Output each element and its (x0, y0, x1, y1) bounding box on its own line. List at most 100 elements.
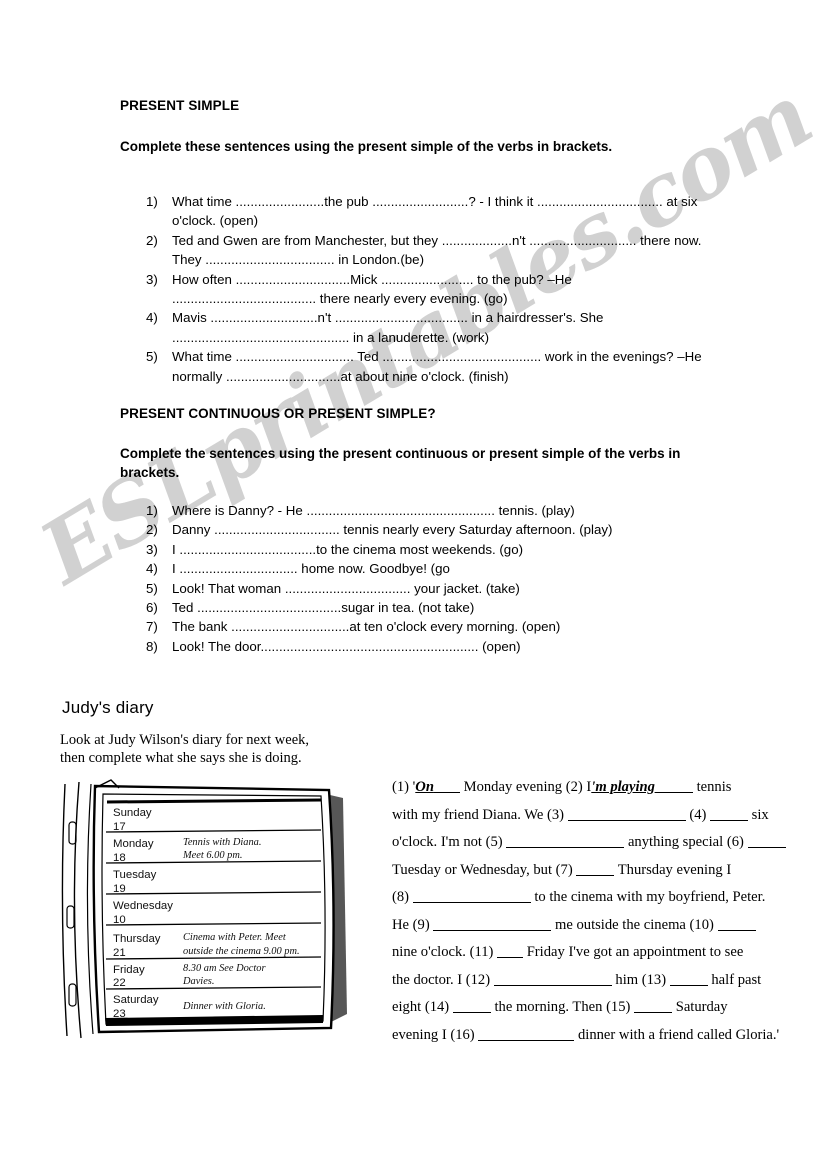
paragraph-line: (1) 'On Monday evening (2) I'm playing t… (392, 774, 796, 802)
item-text: Where is Danny? - He ...................… (172, 503, 575, 518)
list-item: 8) Look! The door.......................… (146, 637, 714, 656)
list-item: 3) I ...................................… (146, 540, 714, 559)
line9-part-c: Saturday (675, 999, 728, 1015)
paragraph-line: (8) to the cinema with my boyfriend, Pet… (392, 884, 796, 912)
item-text: Look! The door..........................… (172, 638, 521, 654)
item-number: 5) (146, 349, 158, 365)
diary-date-label: 17 (113, 821, 126, 833)
section1-title: PRESENT SIMPLE (120, 98, 240, 113)
diary-note-line: Tennis with Diana. (183, 837, 261, 848)
diary-day-label: Sunday (113, 807, 152, 819)
list-item: 1) What time ........................the… (146, 192, 714, 231)
line3-part-b: anything special (6) (627, 834, 744, 850)
item-number: 4) (146, 561, 158, 577)
blank-line[interactable] (747, 834, 786, 848)
answer-2: 'm playing (591, 779, 655, 795)
diary-day-label: Saturday (113, 994, 159, 1006)
list-item: 3) How often ...........................… (146, 270, 714, 309)
item-number: 8) (146, 638, 158, 654)
diary-illustration: Sunday 17 Monday 18 Tennis with Diana. M… (55, 778, 355, 1040)
item-text: Ted ....................................… (172, 600, 475, 616)
line6-part-a: He (9) (392, 916, 430, 933)
list-item: 7) The bank ............................… (146, 617, 714, 636)
item-text: The bank ...............................… (172, 619, 561, 635)
line1-part-c: tennis (696, 779, 732, 795)
diary-rule-top (106, 798, 322, 804)
line8-part-a: the doctor. I (12) (392, 971, 491, 988)
diary-note-line: outside the cinema 9.00 pm. (183, 946, 300, 957)
diary-note-line: Meet 6.00 pm. (182, 850, 242, 861)
list-item: 2) Danny ...............................… (146, 520, 714, 539)
blank-line[interactable] (452, 999, 491, 1013)
subtitle-line-1: Look at Judy Wilson's diary for next wee… (60, 732, 310, 748)
item-number: 2) (146, 232, 158, 248)
blank-line[interactable] (567, 807, 686, 821)
item-text: I .....................................t… (172, 541, 524, 557)
section2-instruction: Complete the sentences using the present… (120, 446, 681, 480)
diary-day-label: Friday (113, 964, 145, 976)
paragraph-line: Tuesday or Wednesday, but (7) Thursday e… (392, 857, 796, 885)
blank-line[interactable] (412, 889, 531, 903)
blank-line[interactable] (478, 1027, 575, 1041)
diary-note-line: 8.30 am See Doctor (183, 963, 266, 974)
item-number: 5) (146, 580, 158, 596)
judys-diary-subtitle: Look at Judy Wilson's diary for next wee… (60, 732, 390, 767)
line4-part-b: Thursday evening I (617, 861, 732, 878)
list-item: 4) Mavis .............................n'… (146, 308, 714, 347)
section2-exercise-list: 1) Where is Danny? - He ................… (146, 501, 714, 656)
line3-part-a: o'clock. I'm not (5) (392, 834, 503, 850)
paragraph-line: eight (14) the morning. Then (15) Saturd… (392, 994, 796, 1022)
line2-part-a: with my friend Diana. We (3) (392, 806, 565, 823)
binding-ring-3 (68, 983, 77, 1007)
section2-title: PRESENT CONTINUOUS OR PRESENT SIMPLE? (120, 406, 436, 421)
line10-part-b: dinner with a friend called Gloria.' (577, 1026, 780, 1043)
item-number: 7) (146, 619, 158, 635)
diary-svg: Sunday 17 Monday 18 Tennis with Diana. M… (61, 779, 347, 1039)
list-item: 4) I ................................ ho… (146, 559, 714, 578)
paragraph-line: o'clock. I'm not (5) anything special (6… (392, 829, 796, 857)
blank-line[interactable] (654, 779, 693, 793)
diary-day-label: Tuesday (113, 869, 157, 881)
diary-day-label: Thursday (113, 933, 161, 945)
diary-date-label: 21 (113, 947, 126, 959)
blank-line[interactable] (669, 972, 708, 986)
blank-line[interactable] (634, 999, 673, 1013)
worksheet-page: ESLprintables.com PRESENT SIMPLE Complet… (0, 0, 821, 1169)
blank-line[interactable] (717, 917, 756, 931)
line6-part-b: me outside the cinema (10) (555, 916, 714, 933)
item-number: 1) (146, 194, 158, 209)
item-number: 4) (146, 310, 158, 326)
blank-line[interactable] (493, 972, 612, 986)
line9-part-a: eight (14) (392, 999, 450, 1015)
blank-line[interactable] (506, 834, 625, 848)
blank-line[interactable] (497, 944, 524, 958)
diary-note-line: Davies. (182, 976, 214, 987)
diary-gapfill-paragraph: (1) 'On Monday evening (2) I'm playing t… (392, 774, 796, 1049)
blank-line[interactable] (710, 807, 749, 821)
diary-date-label: 18 (113, 852, 126, 864)
item-text: What time ..............................… (172, 349, 702, 384)
diary-date-label: 10 (113, 914, 126, 926)
paragraph-line: the doctor. I (12) him (13) half past (392, 967, 796, 995)
line8-part-c: half past (711, 971, 762, 988)
diary-note-line: Dinner with Gloria. (182, 1001, 266, 1012)
blank-line[interactable] (433, 917, 552, 931)
line1-part-a: (1) ' (392, 779, 416, 795)
blank-line[interactable] (576, 862, 615, 876)
blank-line[interactable] (433, 779, 460, 793)
line10-part-a: evening I (16) (392, 1026, 475, 1043)
line1-part-b: Monday evening (2) I (463, 779, 592, 795)
answer-1: On (415, 779, 434, 795)
item-number: 3) (146, 541, 158, 557)
list-item: 6) Ted .................................… (146, 598, 714, 617)
list-item: 5) Look! That woman ....................… (146, 579, 714, 598)
diary-note-line: Cinema with Peter. Meet (183, 932, 287, 943)
diary-day-label: Wednesday (113, 900, 173, 912)
binding-ring-2 (66, 905, 75, 929)
line2-part-b: (4) (689, 806, 707, 823)
diary-day-label: Monday (113, 838, 154, 850)
list-item: 5) What time ...........................… (146, 347, 714, 386)
item-number: 1) (146, 503, 158, 518)
item-number: 3) (146, 271, 158, 287)
line5-part-b: to the cinema with my boyfriend, Peter. (534, 889, 766, 905)
